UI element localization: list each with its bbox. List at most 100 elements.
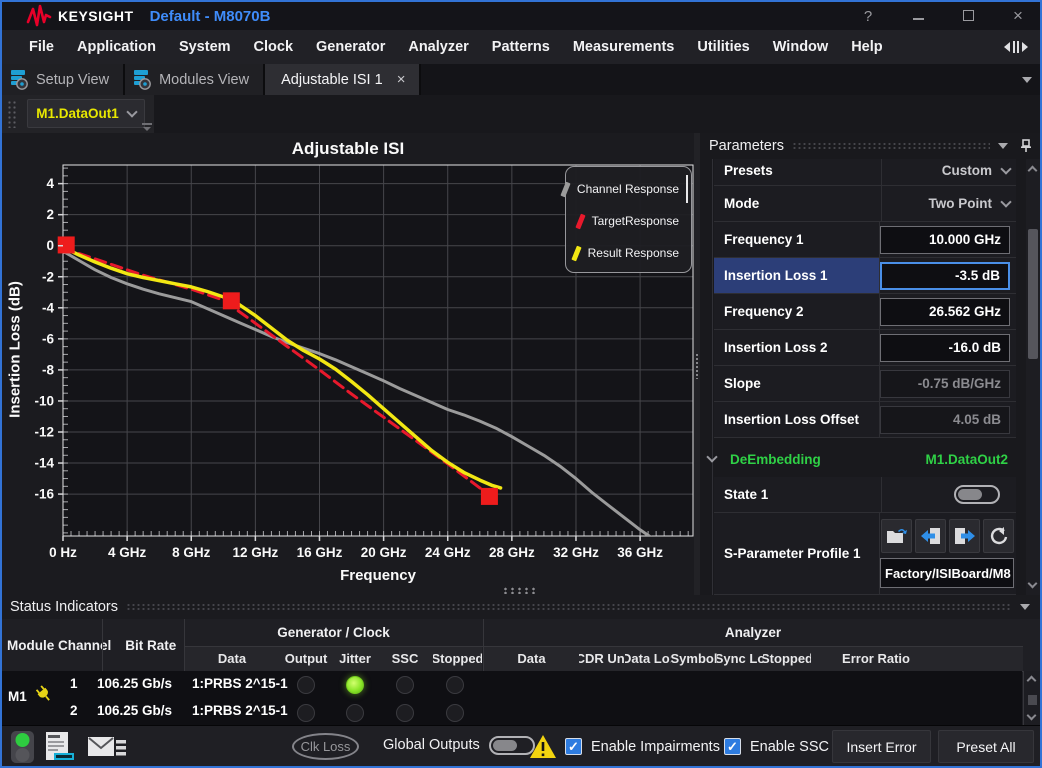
module-channel-column-header: Module Channel xyxy=(7,638,111,653)
drag-handle-icon[interactable] xyxy=(7,100,17,128)
presets-dropdown[interactable]: Custom xyxy=(882,159,1016,185)
legend-scrollbar[interactable] xyxy=(686,175,688,203)
collapse-icon[interactable] xyxy=(1020,604,1030,610)
status-title: Status Indicators xyxy=(10,599,118,615)
menu-analyzer[interactable]: Analyzer xyxy=(408,39,468,55)
pcie-ltssm-log-icon[interactable] xyxy=(44,730,78,763)
state-1-toggle[interactable] xyxy=(954,485,1000,504)
menu-window[interactable]: Window xyxy=(773,39,828,55)
scrollbar-thumb[interactable] xyxy=(1028,229,1038,359)
export-profile-button[interactable] xyxy=(949,519,980,553)
minimize-button[interactable] xyxy=(910,8,926,25)
menu-file[interactable]: File xyxy=(29,39,54,55)
deembedding-title: DeEmbedding xyxy=(730,452,821,467)
legend-item-result-response[interactable]: Result Response xyxy=(576,237,687,269)
menu-help[interactable]: Help xyxy=(851,39,882,55)
tab-adjustable-isi-1[interactable]: Adjustable ISI 1 × xyxy=(265,64,421,95)
svg-text:0 Hz: 0 Hz xyxy=(49,545,77,560)
output-led xyxy=(297,676,315,694)
param-label: Slope xyxy=(714,366,880,401)
import-profile-button[interactable] xyxy=(915,519,946,553)
collapse-icon[interactable] xyxy=(998,143,1008,149)
menu-system[interactable]: System xyxy=(179,39,231,55)
undo-circular-arrow-icon xyxy=(989,527,1009,545)
param-row-insertion-loss-2: Insertion Loss 2 -16.0 dB xyxy=(714,330,1016,366)
param-row-insertion-loss-1: Insertion Loss 1 -3.5 dB xyxy=(714,258,1016,294)
stopped-led xyxy=(446,676,464,694)
tab-modules-view[interactable]: Modules View xyxy=(125,64,265,95)
clk-loss-indicator: Clk Loss xyxy=(292,733,359,760)
svg-text:4: 4 xyxy=(46,176,54,191)
param-label: Insertion Loss Offset xyxy=(714,402,880,437)
insertion-loss-1-input[interactable]: -3.5 dB xyxy=(880,262,1010,290)
preset-all-button[interactable]: Preset All xyxy=(938,730,1034,763)
deembedding-section-header[interactable]: DeEmbedding M1.DataOut2 xyxy=(702,441,1032,477)
menu-measurements[interactable]: Measurements xyxy=(573,39,675,55)
frequency-1-input[interactable]: 10.000 GHz xyxy=(880,226,1010,254)
toolbar-expander-icon[interactable] xyxy=(142,123,152,132)
param-label: Presets xyxy=(714,159,882,185)
insertion-loss-2-input[interactable]: -16.0 dB xyxy=(880,334,1010,362)
ana-col-data: Data xyxy=(484,646,579,671)
export-arrow-icon xyxy=(954,527,976,545)
mode-dropdown[interactable]: Two Point xyxy=(882,186,1016,221)
channel-selector-panel: M1.DataOut1 xyxy=(2,95,154,133)
status-scrollbar[interactable] xyxy=(1023,671,1040,725)
svg-text:-2: -2 xyxy=(42,269,54,284)
insert-error-button[interactable]: Insert Error xyxy=(832,730,931,763)
param-row-state-1: State 1 xyxy=(714,477,1016,513)
horizontal-splitter-handle[interactable] xyxy=(502,587,538,594)
pin-icon[interactable] xyxy=(1020,139,1032,153)
s-parameter-profile-field[interactable]: Factory/ISIBoard/M8 xyxy=(880,558,1014,588)
close-button[interactable]: × xyxy=(1010,6,1026,26)
scroll-down-icon[interactable] xyxy=(1027,711,1037,721)
vertical-splitter-handle[interactable] xyxy=(695,353,699,379)
status-indicators-section: Status Indicators Module Channel Bit Rat… xyxy=(2,595,1040,725)
param-label: Mode xyxy=(714,186,882,221)
mail-log-icon[interactable] xyxy=(88,734,126,760)
enable-impairments-checkbox[interactable]: ✓ xyxy=(565,738,582,755)
menu-clock[interactable]: Clock xyxy=(254,39,294,55)
channel-selector-dropdown[interactable]: M1.DataOut1 xyxy=(27,99,145,128)
tab-overflow-icon[interactable] xyxy=(1022,77,1032,83)
menu-patterns[interactable]: Patterns xyxy=(492,39,550,55)
chevron-down-icon xyxy=(126,106,137,117)
param-label: Frequency 1 xyxy=(714,222,880,257)
maximize-button[interactable] xyxy=(960,8,976,25)
menu-application[interactable]: Application xyxy=(77,39,156,55)
enable-ssc-checkbox[interactable]: ✓ xyxy=(724,738,741,755)
tab-close-icon[interactable]: × xyxy=(397,71,406,88)
open-profile-button[interactable] xyxy=(881,519,912,553)
gen-col-stopped: Stopped xyxy=(433,646,482,671)
table-left-header: Module Channel Bit Rate xyxy=(2,619,184,671)
legend-item-target-response[interactable]: TargetResponse xyxy=(576,205,687,237)
parameters-panel: Parameters Presets Custom xyxy=(700,133,1040,595)
menu-generator[interactable]: Generator xyxy=(316,39,385,55)
target-response-marker-icon xyxy=(575,213,585,229)
scroll-up-icon[interactable] xyxy=(1027,676,1037,686)
title-bar: KEYSIGHT Default - M8070B ? × xyxy=(2,2,1040,30)
tab-setup-view[interactable]: Setup View xyxy=(2,64,125,95)
svg-text:12 GHz: 12 GHz xyxy=(232,545,278,560)
scrollbar-thumb[interactable] xyxy=(1028,695,1037,705)
traffic-light-status-icon[interactable] xyxy=(9,731,36,763)
dock-resize-icon[interactable] xyxy=(1004,40,1028,54)
enable-ssc-control[interactable]: ✓ Enable SSC xyxy=(724,738,829,755)
enable-impairments-control[interactable]: ✓ Enable Impairments xyxy=(565,738,720,755)
parameters-scrollbar[interactable] xyxy=(1026,159,1040,595)
param-row-presets: Presets Custom xyxy=(714,159,1016,186)
param-label: Frequency 2 xyxy=(714,294,880,329)
svg-text:-6: -6 xyxy=(42,331,54,346)
warning-icon[interactable] xyxy=(529,734,557,759)
chart-pane: Adjustable ISI Insertion Loss (dB) 0 Hz4… xyxy=(2,133,694,595)
status-rows: M1 1 2 106.25 Gb/s 106.25 Gb/s 1:PRBS 2^… xyxy=(2,671,1022,725)
help-button[interactable]: ? xyxy=(860,8,876,25)
legend-item-channel-response[interactable]: Channel Response xyxy=(576,173,687,205)
frequency-2-input[interactable]: 26.562 GHz xyxy=(880,298,1010,326)
param-row-frequency-1: Frequency 1 10.000 GHz xyxy=(714,222,1016,258)
scroll-up-icon[interactable] xyxy=(1028,166,1038,176)
toolbar: M1.DataOut1 xyxy=(2,95,1040,133)
reset-profile-button[interactable] xyxy=(983,519,1014,553)
scroll-down-icon[interactable] xyxy=(1028,579,1038,589)
menu-utilities[interactable]: Utilities xyxy=(697,39,749,55)
